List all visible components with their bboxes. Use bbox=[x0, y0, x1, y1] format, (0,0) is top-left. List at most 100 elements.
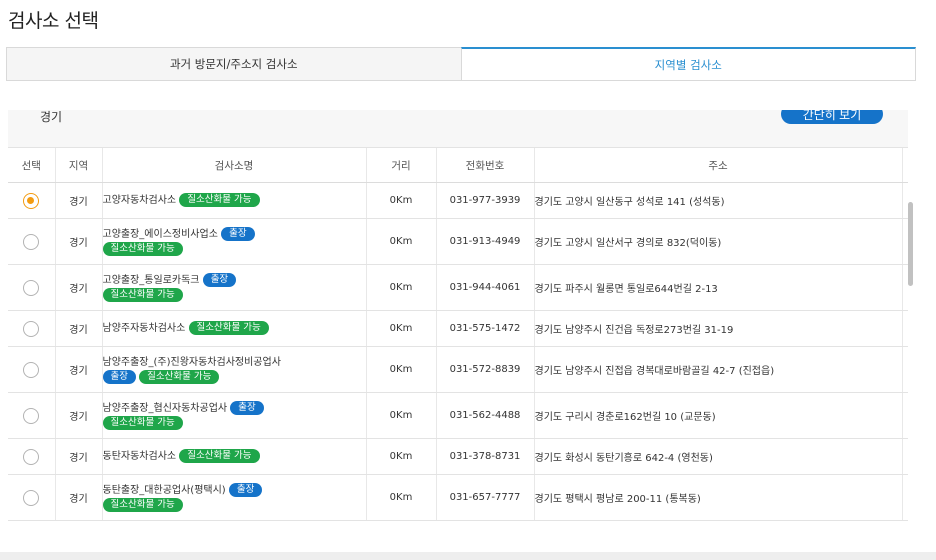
center-name-cell: 남양주출장_협신자동차공업사 출장질소산화물 가능 bbox=[102, 392, 367, 439]
distance-cell: 0Km bbox=[366, 392, 437, 439]
center-name: 동탄자동차검사소 bbox=[102, 451, 177, 462]
page-title: 검사소 선택 bbox=[8, 10, 99, 32]
center-name-cell: 남양주자동차검사소 질소산화물 가능 bbox=[102, 310, 367, 347]
select-radio[interactable] bbox=[23, 233, 40, 250]
center-name: 고양자동차검사소 bbox=[102, 195, 177, 206]
center-name: 남양주자동차검사소 bbox=[102, 323, 186, 334]
address-cell: 경기도 남양주시 진건읍 독정로273번길 31-19 bbox=[534, 310, 903, 347]
tab-past-visits[interactable]: 과거 방문지/주소지 검사소 bbox=[6, 47, 461, 81]
bottom-bar bbox=[0, 552, 936, 560]
center-name-cell: 동탄출장_대한공업사(평택시) 출장질소산화물 가능 bbox=[102, 474, 367, 521]
trip-badge: 출장 bbox=[221, 226, 255, 241]
nox-badge: 질소산화물 가능 bbox=[102, 241, 183, 256]
region-cell: 경기 bbox=[55, 346, 103, 393]
select-cell bbox=[8, 438, 56, 475]
tab-bar: 과거 방문지/주소지 검사소 지역별 검사소 bbox=[6, 47, 916, 83]
table-header-row: 선택 지역 검사소명 거리 전화번호 주소 지도 bbox=[8, 148, 908, 183]
table-row[interactable]: 경기 남양주출장_협신자동차공업사 출장 질소산화물 가능 0Km 031-562-44… bbox=[8, 392, 908, 439]
phone-cell: 031-575-1472 bbox=[436, 310, 535, 347]
select-radio[interactable] bbox=[23, 320, 40, 337]
tab-by-region[interactable]: 지역별 검사소 bbox=[460, 47, 916, 81]
phone-cell: 031-378-8731 bbox=[436, 438, 535, 475]
table-row[interactable]: 경기 고양출장_에이스정비사업소 출장 질소산화물 가능 0Km 031-913-494… bbox=[8, 218, 908, 265]
select-radio[interactable] bbox=[23, 407, 40, 424]
select-radio[interactable] bbox=[23, 279, 40, 296]
nox-badge: 질소산화물 가능 bbox=[102, 287, 183, 302]
region-cell: 경기 bbox=[55, 392, 103, 439]
center-name: 남양주출장_(주)진왕자동차검사정비공업사 bbox=[102, 356, 281, 368]
select-radio[interactable] bbox=[23, 361, 40, 378]
trip-badge: 출장 bbox=[202, 272, 237, 287]
center-name-cell: 고양출장_에이스정비사업소 출장질소산화물 가능 bbox=[102, 218, 367, 265]
phone-cell: 031-562-4488 bbox=[436, 392, 535, 439]
region-cell: 경기 bbox=[55, 182, 103, 219]
center-name-cell: 고양출장_통일로카독크 출장질소산화물 가능 bbox=[102, 264, 367, 311]
region-cell: 경기 bbox=[55, 474, 103, 521]
trip-badge: 출장 bbox=[230, 400, 264, 415]
scrollbar[interactable] bbox=[908, 110, 916, 538]
center-name-cell: 고양자동차검사소 질소산화물 가능 bbox=[102, 182, 367, 219]
select-cell bbox=[8, 346, 56, 393]
center-name-cell: 동탄자동차검사소 질소산화물 가능 bbox=[102, 438, 367, 475]
select-radio[interactable] bbox=[23, 448, 40, 465]
header-region: 지역 bbox=[55, 148, 103, 183]
nox-badge: 질소산화물 가능 bbox=[188, 321, 269, 335]
address-cell: 경기도 평택시 평남로 200-11 (통복동) bbox=[534, 474, 903, 521]
scrollbar-thumb[interactable] bbox=[908, 202, 913, 286]
nox-badge: 질소산화물 가능 bbox=[179, 193, 260, 207]
address-cell: 경기도 고양시 일산서구 경의로 832(덕이동) bbox=[534, 218, 903, 265]
header-distance: 거리 bbox=[366, 148, 437, 183]
select-cell bbox=[8, 182, 56, 219]
address-cell: 경기도 남양주시 진접읍 경복대로바람골길 42-7 (진접읍) bbox=[534, 346, 903, 393]
distance-cell: 0Km bbox=[366, 474, 437, 521]
table-row[interactable]: 경기 동탄자동차검사소 질소산화물 가능 0Km 031-378-8731 경기도 화성… bbox=[8, 438, 908, 475]
center-name-cell: 남양주출장_(주)진왕자동차검사정비공업사 출장 질소산화물 가능 bbox=[102, 346, 367, 393]
address-cell: 경기도 구리시 경춘로162번길 10 (교문동) bbox=[534, 392, 903, 439]
address-cell: 경기도 화성시 동탄기흥로 642-4 (영천동) bbox=[534, 438, 903, 475]
distance-cell: 0Km bbox=[366, 182, 437, 219]
trip-badge: 출장 bbox=[228, 482, 263, 497]
distance-cell: 0Km bbox=[366, 264, 437, 311]
select-cell bbox=[8, 474, 56, 521]
table-row[interactable]: 경기 고양출장_통일로카독크 출장 질소산화물 가능 0Km 031-944-4061 경… bbox=[8, 264, 908, 311]
select-radio[interactable] bbox=[23, 192, 40, 209]
table-row[interactable]: 경기 동탄출장_대한공업사(평택시) 출장 질소산화물 가능 0Km 031-657-7… bbox=[8, 474, 908, 521]
distance-cell: 0Km bbox=[366, 218, 437, 265]
results-scroll-area: 경기 간단히 보기 선택 지역 검사소명 거리 전화번호 주소 지도 경기고양자… bbox=[8, 110, 908, 538]
phone-cell: 031-944-4061 bbox=[436, 264, 535, 311]
select-radio[interactable] bbox=[23, 489, 40, 506]
nox-badge: 질소산화물 가능 bbox=[139, 369, 220, 384]
distance-cell: 0Km bbox=[366, 438, 437, 475]
trip-badge: 출장 bbox=[102, 369, 136, 384]
center-name: 고양출장_통일로카독크 bbox=[102, 274, 200, 286]
phone-cell: 031-657-7777 bbox=[436, 474, 535, 521]
distance-cell: 0Km bbox=[366, 346, 437, 393]
region-cell: 경기 bbox=[55, 310, 103, 347]
phone-cell: 031-572-8839 bbox=[436, 346, 535, 393]
inspection-center-table: 선택 지역 검사소명 거리 전화번호 주소 지도 경기고양자동차검사소 질소산화… bbox=[8, 148, 908, 521]
table-row[interactable]: 경기 고양자동차검사소 질소산화물 가능 0Km 031-977-3939 경기도 고양… bbox=[8, 182, 908, 219]
center-name: 남양주출장_협신자동차공업사 bbox=[102, 402, 228, 414]
table-row[interactable]: 경기 남양주자동차검사소 질소산화물 가능 0Km 031-575-1472 경기도 남… bbox=[8, 310, 908, 347]
select-cell bbox=[8, 264, 56, 311]
phone-cell: 031-913-4949 bbox=[436, 218, 535, 265]
address-cell: 경기도 파주시 월롱면 통일로644번길 2-13 bbox=[534, 264, 903, 311]
nox-badge: 질소산화물 가능 bbox=[102, 497, 183, 512]
center-name: 고양출장_에이스정비사업소 bbox=[102, 228, 218, 240]
select-cell bbox=[8, 392, 56, 439]
select-cell bbox=[8, 218, 56, 265]
header-address: 주소 bbox=[534, 148, 903, 183]
region-label: 경기 bbox=[40, 110, 63, 124]
center-name: 동탄출장_대한공업사(평택시) bbox=[102, 484, 226, 496]
table-row[interactable]: 경기 남양주출장_(주)진왕자동차검사정비공업사 출장 질소산화물 가능 0Km 031… bbox=[8, 346, 908, 393]
header-select: 선택 bbox=[8, 148, 56, 183]
nox-badge: 질소산화물 가능 bbox=[102, 415, 183, 430]
header-center-name: 검사소명 bbox=[102, 148, 367, 183]
header-phone: 전화번호 bbox=[436, 148, 535, 183]
phone-cell: 031-977-3939 bbox=[436, 182, 535, 219]
nox-badge: 질소산화물 가능 bbox=[179, 449, 260, 463]
region-filter-box: 경기 간단히 보기 bbox=[8, 110, 908, 148]
address-cell: 경기도 고양시 일산동구 성석로 141 (성석동) bbox=[534, 182, 903, 219]
simple-view-button[interactable]: 간단히 보기 bbox=[781, 110, 883, 124]
select-cell bbox=[8, 310, 56, 347]
